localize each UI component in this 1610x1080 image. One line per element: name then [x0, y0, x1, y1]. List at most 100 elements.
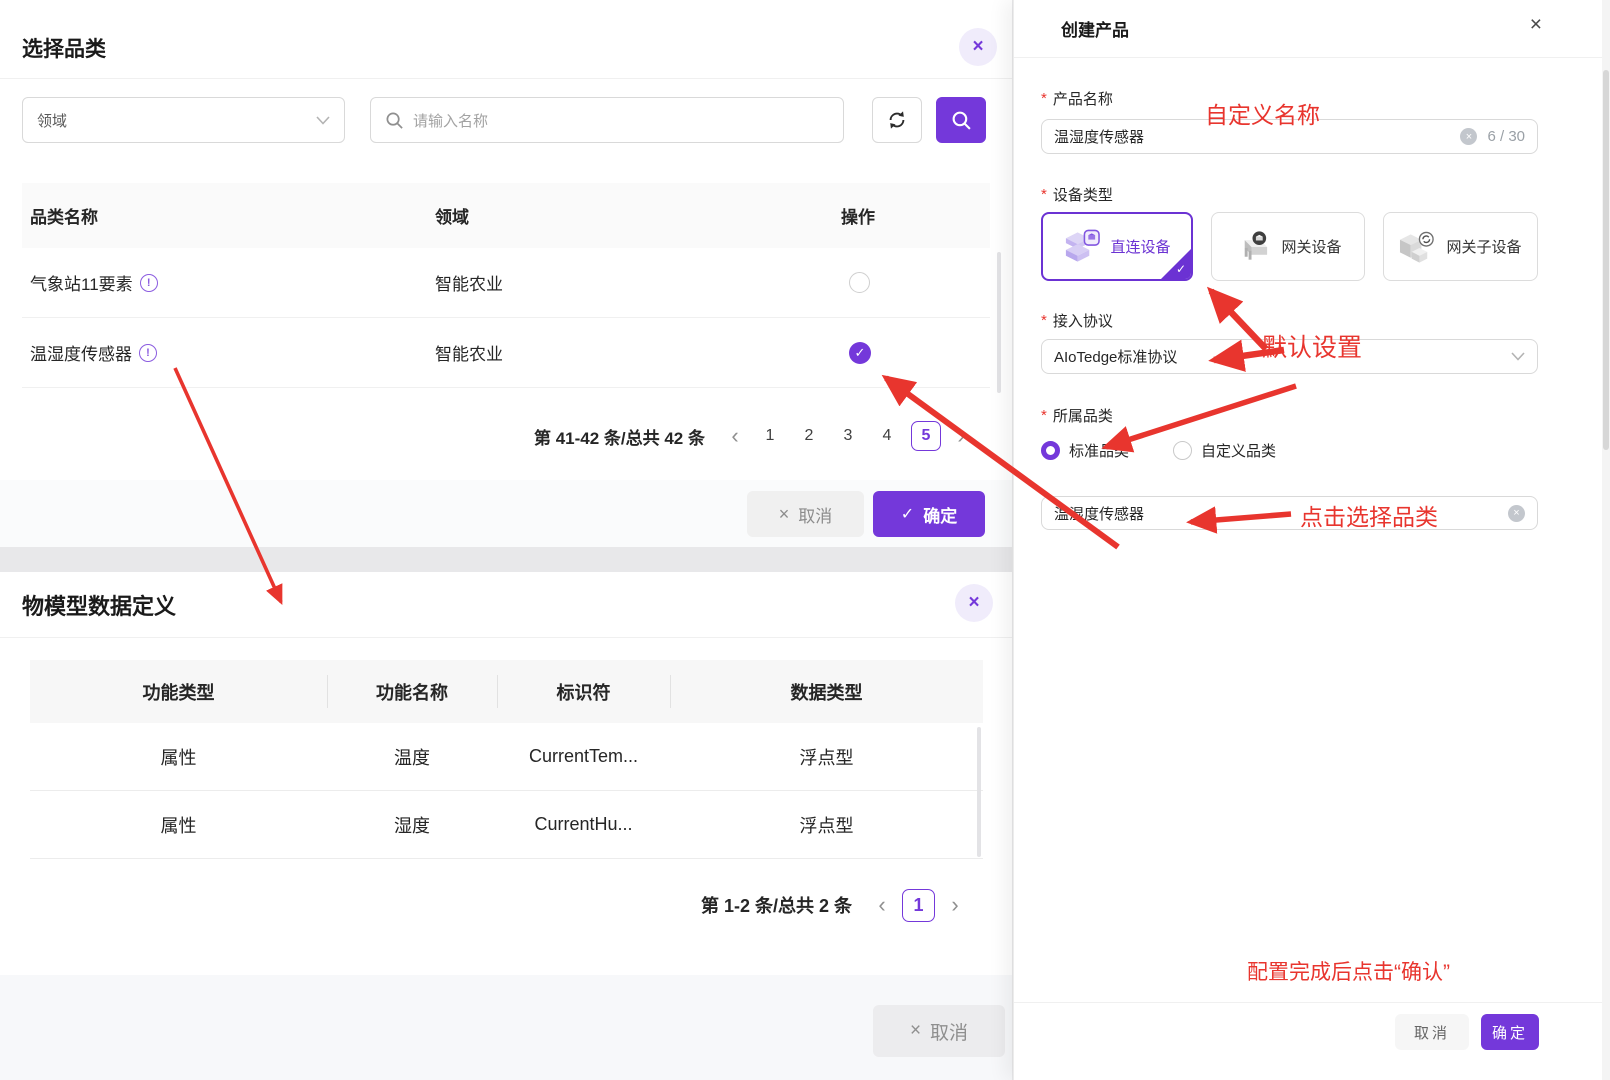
required-asterisk: * [1041, 312, 1047, 329]
device-type-direct-card[interactable]: 直连设备 ✓ [1041, 212, 1193, 281]
standard-category-radio[interactable] [1041, 441, 1060, 460]
device-type-label: * 设备类型 [1041, 184, 1113, 205]
pagination-summary: 第 1-2 条/总共 2 条 [701, 892, 852, 918]
info-icon[interactable]: ! [140, 274, 158, 292]
pagination-summary: 第 41-42 条/总共 42 条 [534, 424, 705, 449]
category-select-input[interactable]: 温湿度传感器 × [1041, 496, 1538, 530]
function-type: 属性 [30, 791, 327, 858]
page-5-current[interactable]: 5 [911, 421, 941, 451]
function-name: 温度 [327, 723, 497, 790]
select-category-modal: 选择品类 × 领域 请输入名称 品类名称 领域 操作 [0, 0, 1012, 547]
chevron-down-icon [316, 116, 330, 125]
clear-icon[interactable]: × [1460, 128, 1477, 145]
table-row: 气象站11要素 ! 智能农业 [22, 248, 990, 318]
domain-select[interactable]: 领域 [22, 97, 345, 143]
col-header-function-type: 功能类型 [30, 660, 327, 723]
prev-page-icon[interactable]: ‹ [724, 425, 746, 447]
page-1[interactable]: 1 [755, 421, 785, 451]
next-page-icon[interactable]: › [950, 425, 972, 447]
annotation-click-select-category: 点击选择品类 [1300, 498, 1438, 532]
close-icon[interactable]: × [959, 28, 997, 66]
confirm-label: 确定 [923, 502, 957, 527]
identifier: CurrentTem... [497, 723, 670, 790]
char-counter: 6 / 30 [1487, 128, 1525, 145]
annotation-after-config: 配置完成后点击“确认” [1247, 956, 1450, 986]
search-button[interactable] [936, 97, 986, 143]
col-header-name: 品类名称 [22, 203, 427, 228]
page-2[interactable]: 2 [794, 421, 824, 451]
search-input[interactable]: 请输入名称 [370, 97, 844, 143]
search-placeholder: 请输入名称 [413, 110, 488, 131]
next-page-icon[interactable]: › [944, 894, 966, 916]
required-asterisk: * [1041, 186, 1047, 203]
category-value: 温湿度传感器 [1054, 503, 1144, 524]
page-1-current[interactable]: 1 [902, 889, 935, 922]
product-name-value: 温湿度传感器 [1054, 126, 1144, 147]
drawer-title: 创建产品 [1061, 16, 1129, 41]
page-3[interactable]: 3 [833, 421, 863, 451]
required-asterisk: * [1041, 90, 1047, 107]
modal-footer: × 取消 ✓ 确定 [0, 480, 1012, 547]
refresh-button[interactable] [872, 97, 922, 143]
required-asterisk: * [1041, 407, 1047, 424]
cancel-label: 取消 [930, 1018, 968, 1045]
col-header-action: 操作 [825, 203, 990, 228]
device-type-option-label: 网关子设备 [1446, 236, 1521, 257]
datatype: 浮点型 [670, 791, 983, 858]
thing-model-table: 功能类型 功能名称 标识符 数据类型 属性 温度 CurrentTem... 浮… [30, 660, 983, 859]
gateway-sub-device-icon [1399, 230, 1436, 264]
protocol-label: * 接入协议 [1041, 310, 1113, 331]
annotation-custom-name: 自定义名称 [1205, 96, 1320, 130]
pagination: 第 1-2 条/总共 2 条 ‹ 1 › [701, 882, 966, 928]
col-header-domain: 领域 [427, 203, 825, 228]
search-icon [385, 111, 404, 130]
category-table: 品类名称 领域 操作 气象站11要素 ! 智能农业 温湿度传感器 ! 智能农业 … [22, 183, 990, 388]
direct-device-icon [1063, 229, 1100, 264]
row-radio-selected[interactable]: ✓ [849, 342, 871, 364]
category-table-header: 品类名称 领域 操作 [22, 183, 990, 248]
col-header-datatype: 数据类型 [670, 660, 983, 723]
table-row: 温湿度传感器 ! 智能农业 ✓ [22, 318, 990, 388]
datatype: 浮点型 [670, 723, 983, 790]
category-label: * 所属品类 [1041, 405, 1113, 426]
modal-title: 选择品类 [22, 33, 106, 63]
close-icon[interactable]: × [955, 584, 993, 622]
category-name: 气象站11要素 [30, 270, 133, 295]
category-radio-group: 标准品类 自定义品类 [1041, 440, 1276, 461]
drawer-scrollbar[interactable] [1602, 0, 1610, 1080]
check-icon: ✓ [901, 504, 914, 524]
cancel-button[interactable]: × 取消 [747, 491, 864, 537]
close-icon[interactable]: × [1530, 13, 1542, 37]
table-scrollbar[interactable] [997, 252, 1001, 393]
function-name: 湿度 [327, 791, 497, 858]
confirm-button[interactable]: 确定 [1481, 1014, 1539, 1050]
prev-page-icon[interactable]: ‹ [871, 894, 893, 916]
cancel-label: 取消 [798, 502, 832, 527]
clear-icon[interactable]: × [1508, 505, 1525, 522]
confirm-button[interactable]: ✓ 确定 [873, 491, 985, 537]
close-icon: × [910, 1020, 921, 1042]
device-type-gateway-sub-card[interactable]: 网关子设备 [1383, 212, 1538, 281]
cancel-button[interactable]: × 取消 [873, 1005, 1005, 1057]
table-row: 属性 湿度 CurrentHu... 浮点型 [30, 791, 983, 859]
custom-category-radio[interactable] [1173, 441, 1192, 460]
selected-corner-check-icon: ✓ [1161, 249, 1191, 279]
info-icon[interactable]: ! [139, 344, 157, 362]
thing-model-table-header: 功能类型 功能名称 标识符 数据类型 [30, 660, 983, 723]
close-icon: × [779, 504, 790, 525]
category-domain: 智能农业 [427, 340, 825, 365]
category-domain: 智能农业 [427, 270, 825, 295]
table-scrollbar[interactable] [977, 727, 981, 857]
row-radio-unselected[interactable] [849, 272, 870, 293]
pagination: 第 41-42 条/总共 42 条 ‹ 1 2 3 4 5 › [534, 412, 972, 460]
modal-footer: × 取消 [0, 975, 1012, 1080]
refresh-icon [886, 109, 908, 131]
modal-title: 物模型数据定义 [22, 589, 176, 621]
gateway-device-icon [1234, 230, 1271, 264]
product-name-label: * 产品名称 [1041, 88, 1113, 109]
device-type-gateway-card[interactable]: 网关设备 [1211, 212, 1365, 281]
domain-select-value: 领域 [37, 110, 316, 131]
page-4[interactable]: 4 [872, 421, 902, 451]
cancel-button[interactable]: 取消 [1395, 1014, 1469, 1050]
col-header-function-name: 功能名称 [327, 660, 497, 723]
